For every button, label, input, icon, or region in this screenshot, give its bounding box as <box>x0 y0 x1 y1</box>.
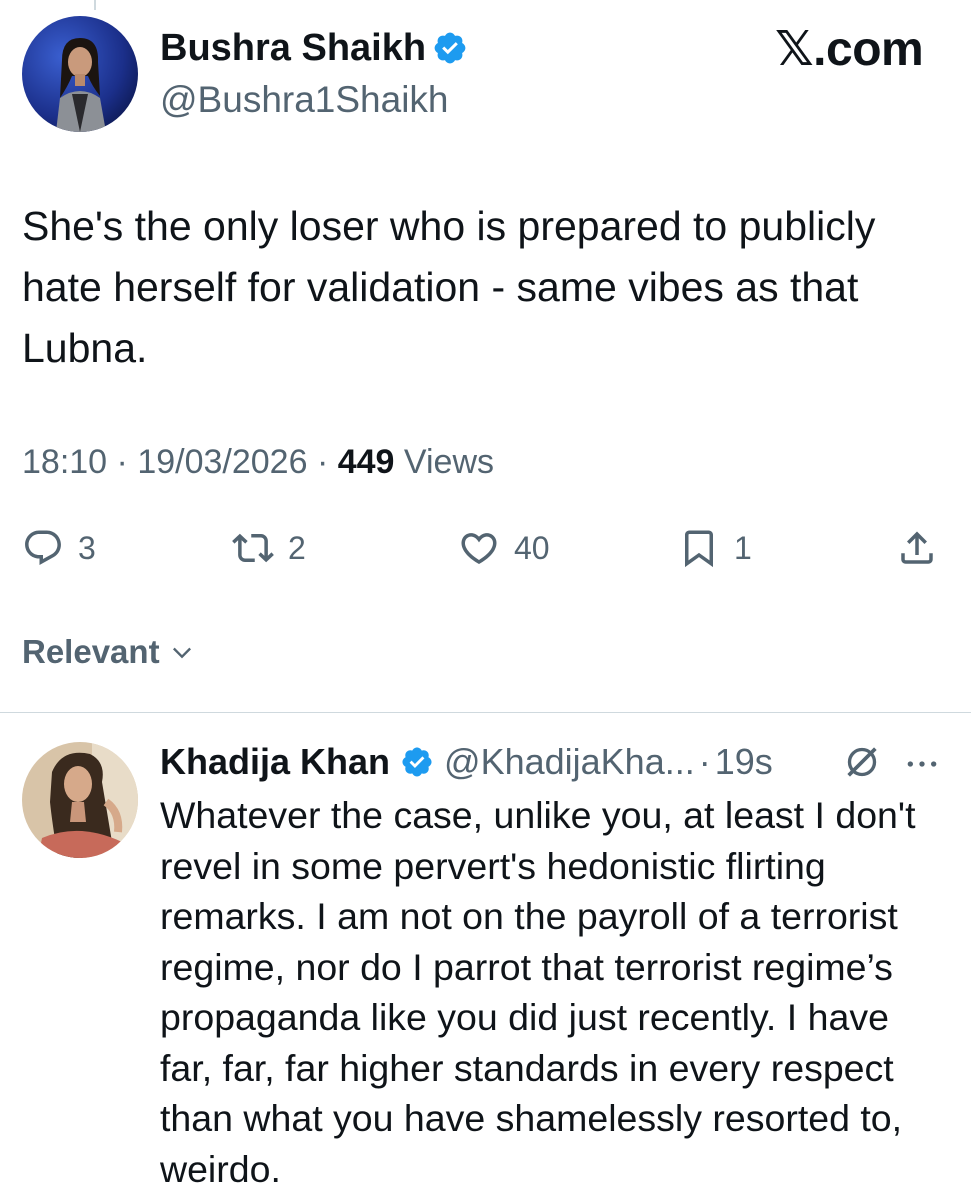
reply-header: Khadija Khan @KhadijaKha... · 19s <box>160 736 773 788</box>
share-button[interactable] <box>896 522 938 574</box>
brand-watermark: 𝕏.com <box>775 23 924 76</box>
bookmark-count: 1 <box>734 529 752 566</box>
bookmark-icon <box>685 530 713 568</box>
reply-time[interactable]: 19s <box>715 741 773 783</box>
reply-author-name[interactable]: Khadija Khan <box>160 741 390 783</box>
views-label: Views <box>403 443 495 481</box>
author-avatar[interactable] <box>22 16 138 132</box>
chevron-down-icon <box>172 647 191 659</box>
reply-separator: · <box>698 741 711 782</box>
share-icon <box>901 531 933 564</box>
tweet-date[interactable]: 19/03/2026 <box>137 443 307 481</box>
grok-icon[interactable] <box>842 742 882 782</box>
tweet-time[interactable]: 18:10 <box>22 443 107 481</box>
like-button[interactable]: 40 <box>458 522 550 574</box>
sort-dropdown[interactable]: Relevant <box>22 628 196 676</box>
reply-text: Whatever the case, unlike you, at least … <box>160 794 916 1190</box>
views-count: 449 <box>337 443 395 481</box>
meta-separator: · <box>116 443 128 481</box>
heart-icon <box>461 533 497 565</box>
author-name[interactable]: Bushra Shaikh <box>160 22 426 74</box>
like-count: 40 <box>514 529 550 566</box>
thread-connector <box>94 0 96 10</box>
verified-badge-icon <box>434 32 466 64</box>
bookmark-button[interactable]: 1 <box>678 522 752 574</box>
repost-icon <box>232 533 274 563</box>
repost-button[interactable]: 2 <box>232 522 306 574</box>
verified-badge-icon <box>402 747 432 777</box>
sort-label: Relevant <box>22 633 160 670</box>
author-handle[interactable]: @Bushra1Shaikh <box>160 76 449 124</box>
avatar-image <box>22 742 138 858</box>
repost-count: 2 <box>288 529 306 566</box>
reply-author-avatar[interactable] <box>22 742 138 858</box>
meta-separator: · <box>316 443 329 481</box>
reply-icon <box>25 530 61 565</box>
reply-count: 3 <box>78 529 96 566</box>
divider <box>0 712 971 713</box>
reply-button[interactable]: 3 <box>22 522 96 574</box>
avatar-image <box>22 16 138 132</box>
more-icon[interactable] <box>902 744 942 784</box>
tweet-text: She's the only loser who is prepared to … <box>22 203 876 371</box>
reply-author-handle[interactable]: @KhadijaKha... <box>444 741 695 783</box>
tweet-meta: 18:10 · 19/03/2026 · 449 Views <box>22 438 494 486</box>
